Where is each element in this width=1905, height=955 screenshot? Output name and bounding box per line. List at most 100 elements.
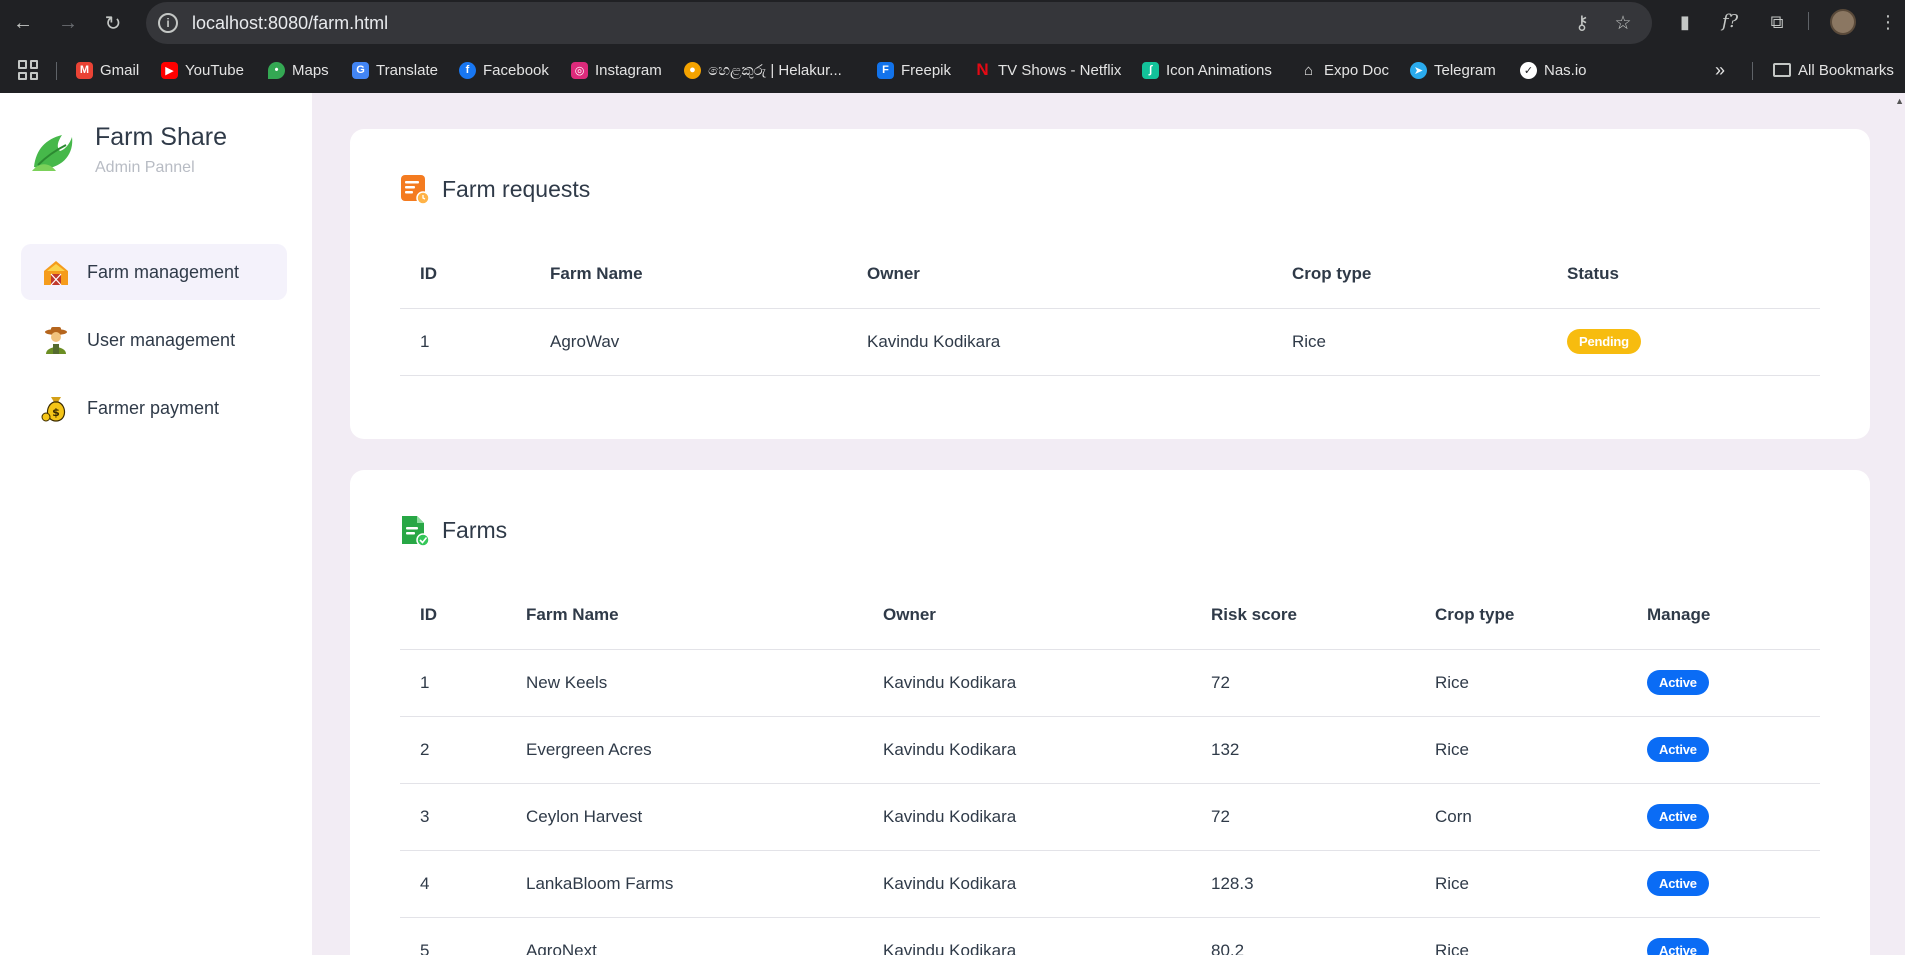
sidebar-item-label: Farm management: [87, 261, 240, 282]
more-bookmarks-chevron-icon[interactable]: »: [1715, 59, 1725, 81]
more-menu-icon[interactable]: ⋮: [1876, 10, 1900, 34]
bookmark-icon-animations[interactable]: ∫ Icon Animations: [1142, 59, 1272, 81]
cell-id: 1: [400, 649, 526, 717]
farms-heading: Farms: [400, 514, 507, 546]
cell-owner: Kavindu Kodikara: [883, 850, 1211, 918]
bookmark-telegram[interactable]: ➤ Telegram: [1410, 59, 1496, 81]
column-header: Manage: [1647, 582, 1820, 650]
bookmark-maps[interactable]: • Maps: [268, 59, 329, 81]
instagram-icon: ◎: [571, 61, 588, 79]
bookmark-label: TV Shows - Netflix: [998, 61, 1122, 79]
cell-crop-type: Rice: [1435, 917, 1647, 955]
bookmark-helakuru[interactable]: ● හෙළකුරු | Helakur...: [684, 59, 842, 81]
bookmark-translate[interactable]: G Translate: [352, 59, 438, 81]
cell-id: 5: [400, 917, 526, 955]
bookmark-expo-doc[interactable]: ⌂ Expo Doc: [1300, 59, 1389, 81]
page-scrollbar[interactable]: [1895, 93, 1905, 955]
password-key-icon[interactable]: ⚷: [1570, 12, 1594, 36]
bookmark-instagram[interactable]: ◎ Instagram: [571, 59, 662, 81]
browser-chrome: ← → ↻ i localhost:8080/farm.html ⚷ ☆ ▮ f…: [0, 0, 1905, 93]
farm-requests-heading: Farm requests: [400, 173, 590, 205]
profile-avatar[interactable]: [1830, 9, 1856, 35]
cell-owner: Kavindu Kodikara: [883, 649, 1211, 717]
column-header: Crop type: [1292, 241, 1567, 309]
helakuru-icon: ●: [684, 61, 701, 79]
bookmark-facebook[interactable]: f Facebook: [459, 59, 549, 81]
column-header: ID: [400, 241, 550, 309]
column-header: Risk score: [1211, 582, 1435, 650]
cell-risk-score: 80.2: [1211, 917, 1435, 955]
extension-doc-icon[interactable]: ▮: [1673, 10, 1697, 34]
bookmark-label: Instagram: [595, 61, 662, 79]
bookmark-star-icon[interactable]: ☆: [1611, 12, 1635, 36]
nasio-icon: ✓: [1520, 61, 1537, 79]
cell-owner: Kavindu Kodikara: [883, 716, 1211, 784]
url-text[interactable]: localhost:8080/farm.html: [192, 13, 388, 34]
forward-arrow-icon[interactable]: →: [53, 8, 83, 38]
icon-animations-icon: ∫: [1142, 61, 1159, 79]
bookmark-youtube[interactable]: ▶ YouTube: [161, 59, 244, 81]
status-badge[interactable]: Pending: [1567, 329, 1641, 354]
active-badge[interactable]: Active: [1647, 804, 1709, 829]
bookmark-gmail[interactable]: M Gmail: [76, 59, 139, 81]
all-bookmarks-label: All Bookmarks: [1798, 61, 1894, 79]
table-row[interactable]: 5 AgroNext Kavindu Kodikara 80.2 Rice Ac…: [400, 917, 1820, 955]
site-info-icon[interactable]: i: [158, 13, 178, 33]
sidebar-item-farm-management[interactable]: Farm management: [21, 244, 287, 300]
table-row[interactable]: 1 New Keels Kavindu Kodikara 72 Rice Act…: [400, 649, 1820, 717]
money-bag-icon: $: [41, 393, 71, 423]
cell-crop-type: Rice: [1292, 308, 1567, 376]
cell-crop-type: Rice: [1435, 716, 1647, 784]
active-badge[interactable]: Active: [1647, 938, 1709, 955]
column-header: Crop type: [1435, 582, 1647, 650]
cell-farm-name: AgroWav: [550, 308, 867, 376]
cell-id: 2: [400, 716, 526, 784]
telegram-icon: ➤: [1410, 61, 1427, 79]
farms-card: Farms ID Farm Name Owner Risk score Crop…: [350, 470, 1870, 955]
all-bookmarks-button[interactable]: All Bookmarks: [1773, 59, 1894, 81]
active-badge[interactable]: Active: [1647, 871, 1709, 896]
maps-icon: •: [268, 61, 285, 79]
farm-document-icon: [402, 516, 430, 546]
sidebar: Farm Share Admin Pannel Farm management: [0, 93, 312, 955]
scroll-up-arrow-icon[interactable]: ▲: [1895, 96, 1904, 106]
bookmark-netflix[interactable]: N TV Shows - Netflix: [974, 59, 1121, 81]
bookmark-freepik[interactable]: F Freepik: [877, 59, 951, 81]
gmail-icon: M: [76, 61, 93, 79]
active-badge[interactable]: Active: [1647, 670, 1709, 695]
cell-manage: Active: [1647, 850, 1820, 918]
column-header: Owner: [883, 582, 1211, 650]
sidebar-item-label: Farmer payment: [87, 397, 220, 418]
table-row[interactable]: 3 Ceylon Harvest Kavindu Kodikara 72 Cor…: [400, 783, 1820, 851]
cell-risk-score: 72: [1211, 649, 1435, 717]
cell-crop-type: Rice: [1435, 850, 1647, 918]
cell-status: Pending: [1567, 308, 1820, 376]
active-badge[interactable]: Active: [1647, 737, 1709, 762]
bookmark-label: Icon Animations: [1166, 61, 1272, 79]
farms-table: ID Farm Name Owner Risk score Crop type …: [400, 582, 1820, 955]
bookmark-label: Maps: [292, 61, 329, 79]
sidebar-item-farmer-payment[interactable]: $ Farmer payment: [21, 380, 287, 436]
page-content: Farm Share Admin Pannel Farm management: [0, 93, 1905, 955]
bookmark-nasio[interactable]: ✓ Nas.io: [1520, 59, 1587, 81]
cell-manage: Active: [1647, 917, 1820, 955]
table-row[interactable]: 4 LankaBloom Farms Kavindu Kodikara 128.…: [400, 850, 1820, 918]
font-extension-icon[interactable]: f?: [1718, 10, 1742, 34]
cell-farm-name: AgroNext: [526, 917, 883, 955]
facebook-icon: f: [459, 61, 476, 79]
extensions-puzzle-icon[interactable]: ⧉: [1765, 10, 1789, 34]
sidebar-item-user-management[interactable]: User management: [21, 312, 287, 368]
cell-farm-name: Evergreen Acres: [526, 716, 883, 784]
cell-manage: Active: [1647, 783, 1820, 851]
column-header: ID: [400, 582, 526, 650]
address-bar[interactable]: i localhost:8080/farm.html ⚷ ☆: [146, 2, 1652, 44]
reload-icon[interactable]: ↻: [98, 8, 128, 38]
bookmark-label: Freepik: [901, 61, 952, 79]
table-row[interactable]: 2 Evergreen Acres Kavindu Kodikara 132 R…: [400, 716, 1820, 784]
cell-id: 3: [400, 783, 526, 851]
table-row[interactable]: 1 AgroWav Kavindu Kodikara Rice Pending: [400, 308, 1820, 376]
column-header: Status: [1567, 241, 1820, 309]
back-arrow-icon[interactable]: ←: [8, 8, 38, 38]
cell-owner: Kavindu Kodikara: [867, 308, 1292, 376]
freepik-icon: F: [877, 61, 894, 79]
